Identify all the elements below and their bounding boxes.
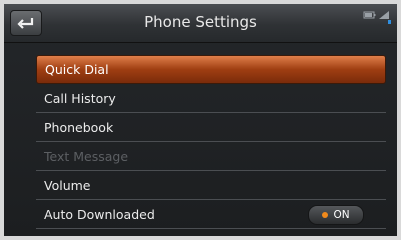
toggle-state-label: ON — [333, 209, 350, 221]
battery-signal-icon — [363, 11, 391, 24]
menu-item-text-message: Text Message — [36, 142, 386, 171]
menu-item-label: Volume — [44, 177, 91, 193]
menu-item-label: Auto Downloaded — [44, 206, 155, 222]
menu-item-auto-downloaded[interactable]: Auto Downloaded ON — [36, 200, 386, 229]
menu-item-label: Quick Dial — [45, 62, 109, 77]
phone-settings-screen: Phone Settings Quick Dial Call History P… — [0, 0, 401, 240]
menu-item-quick-dial[interactable]: Quick Dial — [36, 55, 386, 84]
menu-item-volume[interactable]: Volume — [36, 171, 386, 200]
title-bar: Phone Settings — [4, 4, 397, 43]
settings-menu: Quick Dial Call History Phonebook Text M… — [36, 55, 386, 229]
toggle-indicator-icon — [322, 212, 329, 218]
menu-item-label: Phonebook — [44, 119, 114, 135]
menu-item-call-history[interactable]: Call History — [36, 84, 386, 113]
menu-item-label: Text Message — [44, 148, 129, 164]
menu-item-phonebook[interactable]: Phonebook — [36, 113, 386, 142]
menu-item-label: Call History — [44, 90, 116, 106]
page-title: Phone Settings — [144, 13, 257, 31]
auto-downloaded-toggle[interactable]: ON — [308, 205, 364, 225]
